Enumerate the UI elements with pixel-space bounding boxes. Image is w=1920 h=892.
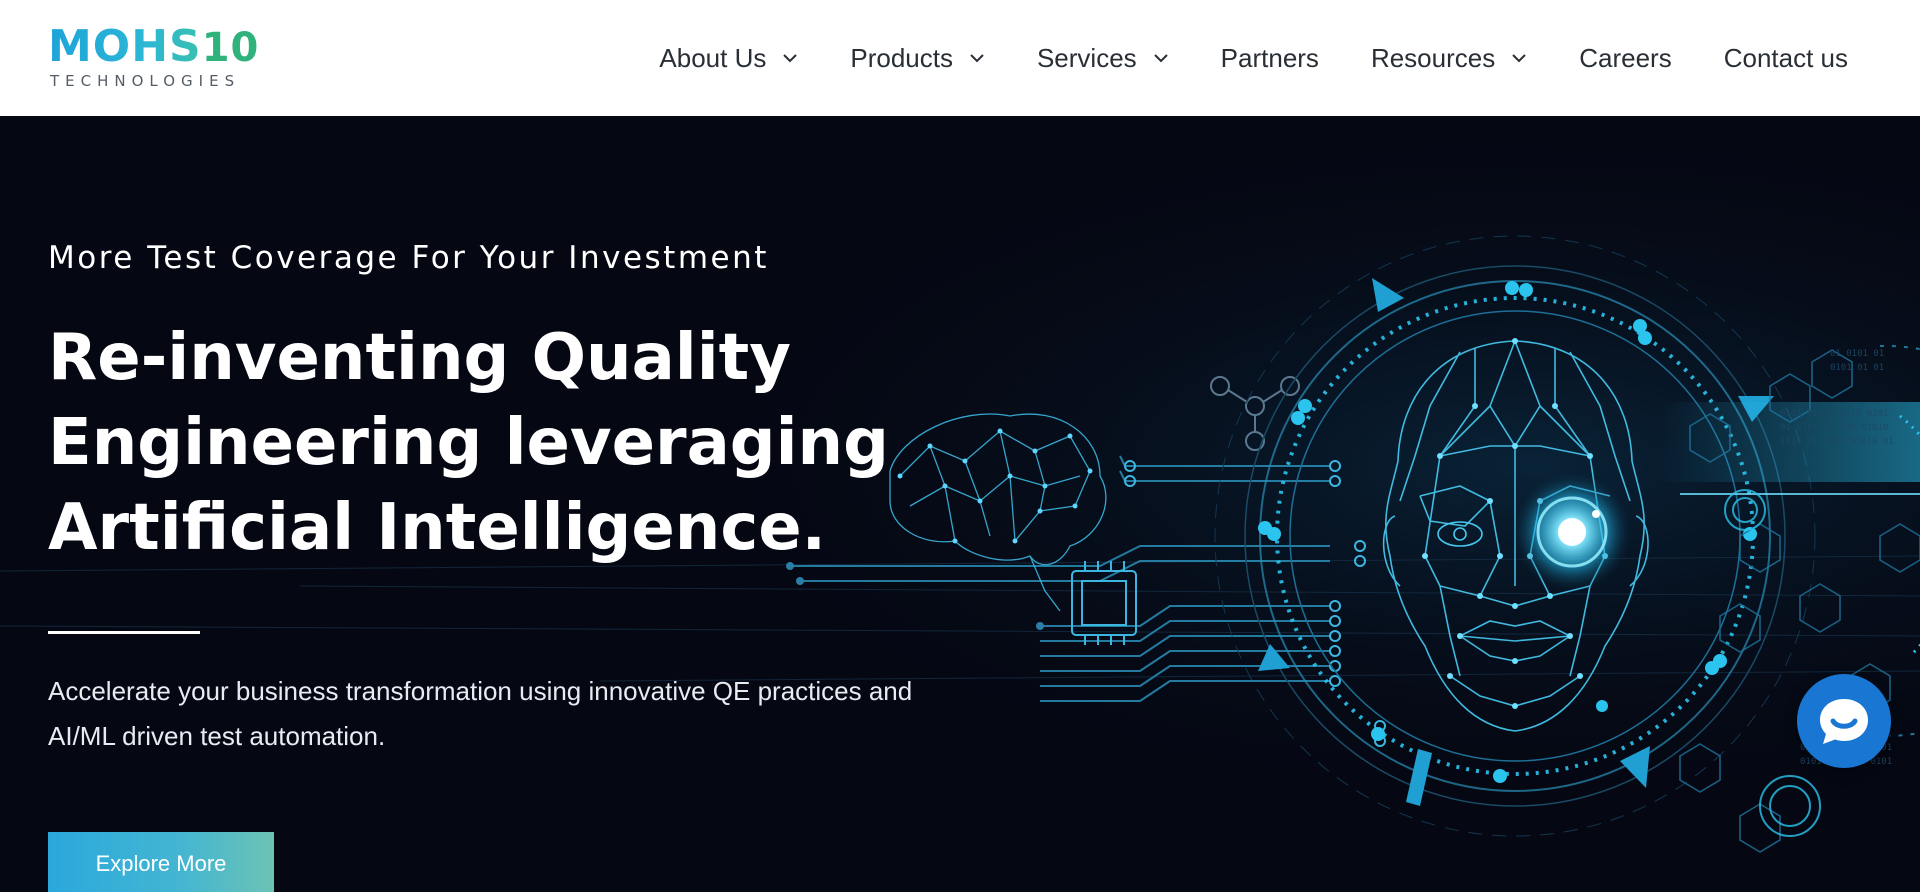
chevron-down-icon — [1511, 53, 1527, 63]
nav-item-careers[interactable]: Careers — [1579, 43, 1671, 74]
description-line: AI/ML driven test automation. — [48, 721, 386, 751]
chevron-down-icon — [969, 53, 985, 63]
nav-item-label: Careers — [1579, 42, 1672, 73]
hero-divider — [48, 631, 200, 634]
logo-number-text: 10 — [201, 25, 260, 71]
nav-item-about-us[interactable]: About Us — [659, 43, 798, 74]
nav-item-label: Contact us — [1723, 42, 1848, 73]
nav-item-partners[interactable]: Partners — [1221, 43, 1319, 74]
mohs10-logo[interactable]: MOHS10 TECHNOLOGIES — [48, 22, 258, 92]
nav-item-products[interactable]: Products — [850, 43, 985, 74]
nav-item-resources[interactable]: Resources — [1371, 43, 1527, 74]
chevron-down-icon — [782, 53, 798, 63]
chat-launcher-button[interactable] — [1797, 674, 1891, 768]
nav-item-label: About Us — [659, 42, 767, 73]
chat-bubble-icon — [1820, 699, 1868, 744]
logo-wordmark: MOHS10 — [48, 22, 259, 73]
site-header: MOHS10 TECHNOLOGIES About Us Products Se… — [0, 0, 1920, 116]
nav-item-services[interactable]: Services — [1037, 43, 1169, 74]
svg-text:0101 01010 1010 0101: 0101 01010 1010 0101 — [1780, 409, 1888, 419]
description-line: Accelerate your business transformation … — [48, 676, 913, 706]
main-nav: About Us Products Services Partners Reso… — [659, 0, 1848, 116]
svg-text:01 0101 01 010 01010: 01 0101 01 010 01010 — [1780, 423, 1888, 433]
logo-subtitle: TECHNOLOGIES — [50, 72, 241, 90]
hero-eyebrow: More Test Coverage For Your Investment — [48, 240, 769, 276]
svg-text:01 0101 01: 01 0101 01 — [1830, 349, 1884, 359]
nav-item-label: Products — [850, 42, 953, 73]
nav-item-label: Partners — [1220, 42, 1319, 73]
hero-description: Accelerate your business transformation … — [48, 669, 1008, 759]
svg-text:0101 01 01: 0101 01 01 — [1830, 363, 1884, 373]
headline-line: Artificial Intelligence. — [48, 491, 826, 565]
svg-text:1010 01 0101 01010 01: 1010 01 0101 01010 01 — [1780, 437, 1894, 447]
nav-item-label: Services — [1036, 42, 1137, 73]
nav-item-contact-us[interactable]: Contact us — [1724, 43, 1848, 74]
headline-line: Re-inventing Quality — [48, 321, 791, 395]
headline-line: Engineering leveraging — [48, 406, 889, 480]
explore-more-button[interactable]: Explore More — [48, 832, 274, 892]
logo-main-text: MOHS — [48, 21, 202, 72]
hero-section: 0101 01010 1010 0101 01 0101 01 010 0101… — [0, 116, 1920, 892]
chevron-down-icon — [1153, 53, 1169, 63]
nav-item-label: Resources — [1370, 42, 1496, 73]
hero-headline: Re-inventing Quality Engineering leverag… — [48, 316, 948, 571]
